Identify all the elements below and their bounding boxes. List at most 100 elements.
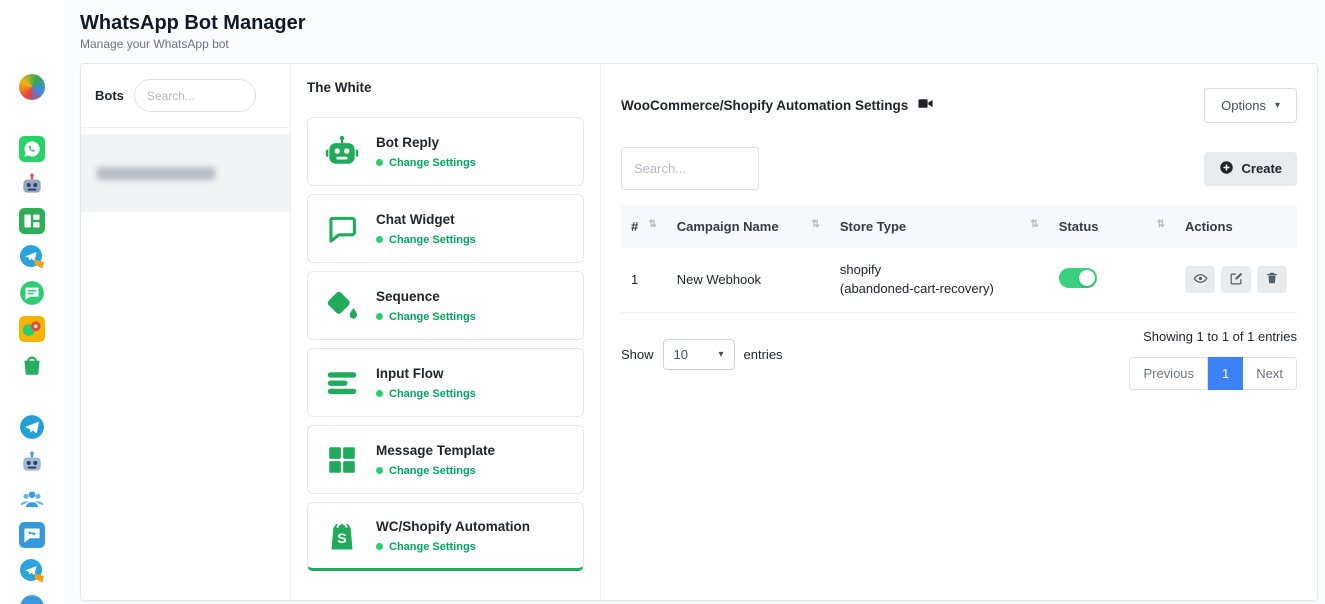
change-settings-text: Change Settings (389, 234, 476, 246)
feature-label: Bot Reply (376, 135, 476, 150)
group-members-icon[interactable] (19, 486, 45, 512)
eye-icon (1193, 271, 1208, 289)
app-logo-icon[interactable] (19, 74, 45, 100)
change-settings-link[interactable]: Change Settings (376, 234, 476, 246)
sort-icon[interactable]: ⇅ (1157, 219, 1165, 230)
change-settings-text: Change Settings (389, 388, 476, 400)
feature-card-input-flow[interactable]: Input Flow Change Settings (307, 348, 584, 417)
telegram-broadcast-icon[interactable] (19, 244, 45, 270)
bots-panel: Bots (81, 64, 291, 600)
feature-label: Input Flow (376, 366, 476, 381)
page-size-value: 10 (674, 347, 688, 362)
settings-title: WooCommerce/Shopify Automation Settings (621, 98, 908, 113)
bars-icon (322, 363, 362, 403)
page-title: WhatsApp Bot Manager (80, 12, 1318, 35)
feature-card-sequence[interactable]: Sequence Change Settings (307, 271, 584, 340)
telegram-bot-icon[interactable] (19, 450, 45, 476)
bots-search-input[interactable] (134, 79, 256, 112)
table-search-input[interactable] (621, 147, 759, 190)
bot-list-item-selected[interactable] (81, 134, 290, 212)
options-button[interactable]: Options ▾ (1204, 88, 1297, 123)
page-1-button[interactable]: 1 (1208, 357, 1243, 390)
bots-panel-header: Bots (81, 64, 290, 128)
change-settings-link[interactable]: Change Settings (376, 311, 476, 323)
sort-icon[interactable]: ⇅ (1030, 219, 1038, 230)
telegram-campaign-icon[interactable] (19, 558, 45, 584)
row-actions (1185, 266, 1287, 293)
column-header-campaign-name[interactable]: Campaign Name ⇅ (667, 205, 830, 248)
change-settings-text: Change Settings (389, 157, 476, 169)
change-settings-link[interactable]: Change Settings (376, 388, 476, 400)
create-button[interactable]: Create (1204, 152, 1297, 186)
feature-text: Sequence Change Settings (376, 289, 476, 323)
paint-bucket-icon (322, 286, 362, 326)
svg-text:S: S (337, 530, 347, 546)
store-type-line1: shopify (840, 261, 1039, 280)
bot-name-redacted (97, 167, 215, 180)
status-dot-icon (376, 313, 383, 320)
feature-label: Sequence (376, 289, 476, 304)
chat-bubble-icon (322, 209, 362, 249)
change-settings-link[interactable]: Change Settings (376, 541, 530, 553)
row-index-cell: 1 (621, 248, 667, 312)
feature-card-chat-widget[interactable]: Chat Widget Change Settings (307, 194, 584, 263)
page-size-select[interactable]: 10 ▾ (663, 339, 735, 370)
edit-button[interactable] (1221, 266, 1251, 293)
shop-bag-icon[interactable] (19, 352, 45, 378)
video-camera-icon[interactable] (917, 95, 934, 117)
edit-pencil-icon (1229, 271, 1244, 289)
automation-table: #⇅ Campaign Name⇅ Store Type⇅ Status⇅ Ac… (621, 205, 1297, 313)
trash-icon (1265, 271, 1279, 288)
previous-page-button[interactable]: Previous (1129, 357, 1208, 390)
chevron-down-icon: ▾ (719, 349, 724, 360)
feature-text: Message Template Change Settings (376, 443, 495, 477)
change-settings-link[interactable]: Change Settings (376, 157, 476, 169)
status-cell (1049, 248, 1175, 312)
chat-sync-icon[interactable] (19, 522, 45, 548)
column-header-label: Campaign Name (677, 219, 779, 234)
create-button-label: Create (1242, 161, 1282, 176)
options-button-label: Options (1221, 98, 1266, 113)
table-header-row: #⇅ Campaign Name⇅ Store Type⇅ Status⇅ Ac… (621, 205, 1297, 248)
table-controls: Create (621, 147, 1297, 190)
campaign-name-cell: New Webhook (667, 248, 830, 312)
table-row: 1 New Webhook shopify (abandoned-cart-re… (621, 248, 1297, 312)
column-header-index[interactable]: #⇅ (621, 205, 667, 248)
app-root: WhatsApp Bot Manager Manage your WhatsAp… (0, 0, 1325, 604)
change-settings-link[interactable]: Change Settings (376, 465, 495, 477)
sort-icon[interactable]: ⇅ (648, 219, 656, 230)
feature-card-message-template[interactable]: Message Template Change Settings (307, 425, 584, 494)
telegram-icon[interactable] (19, 414, 45, 440)
main-content: WhatsApp Bot Manager Manage your WhatsAp… (64, 0, 1325, 604)
view-button[interactable] (1185, 266, 1215, 293)
entries-label: entries (744, 347, 783, 362)
page-size-group: Show 10 ▾ entries (621, 339, 783, 370)
column-header-store-type[interactable]: Store Type ⇅ (830, 205, 1049, 248)
delete-button[interactable] (1257, 266, 1287, 293)
feature-card-wc-shopify-automation[interactable]: S WC/Shopify Automation Change Settings (307, 502, 584, 571)
column-header-status[interactable]: Status⇅ (1049, 205, 1175, 248)
column-header-label: Store Type (840, 219, 906, 234)
messenger-bot-icon[interactable] (19, 172, 45, 198)
whatsapp-marketing-icon[interactable] (19, 208, 45, 234)
bot-features-panel: The White Bot Reply Change Settings (291, 64, 601, 600)
clipped-app-icon[interactable] (19, 594, 45, 604)
next-page-button[interactable]: Next (1243, 357, 1297, 390)
campaign-mascot-icon[interactable] (19, 316, 45, 342)
feature-card-bot-reply[interactable]: Bot Reply Change Settings (307, 117, 584, 186)
feature-label: Chat Widget (376, 212, 476, 227)
store-type-line2: (abandoned-cart-recovery) (840, 280, 1039, 299)
feature-text: WC/Shopify Automation Change Settings (376, 519, 530, 553)
status-toggle[interactable] (1059, 268, 1097, 288)
chat-reply-icon[interactable] (19, 280, 45, 306)
bot-manager-card: Bots The White Bot Reply (80, 63, 1318, 601)
whatsapp-icon[interactable] (19, 136, 45, 162)
feature-text: Chat Widget Change Settings (376, 212, 476, 246)
chevron-down-icon: ▾ (1275, 100, 1280, 111)
entries-summary: Showing 1 to 1 of 1 entries (1143, 329, 1297, 344)
sort-icon[interactable]: ⇅ (812, 219, 820, 230)
status-dot-icon (376, 390, 383, 397)
bots-label: Bots (95, 88, 124, 103)
toggle-knob (1079, 270, 1095, 286)
table-footer: Show 10 ▾ entries Showing 1 to 1 of 1 en… (621, 329, 1297, 390)
